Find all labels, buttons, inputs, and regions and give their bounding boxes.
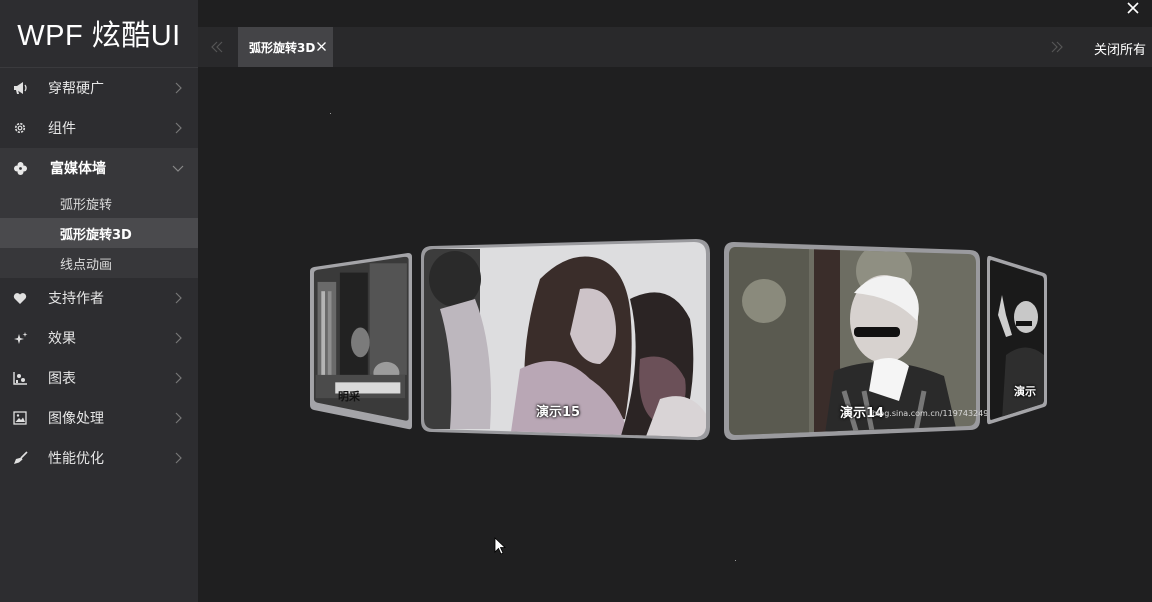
sidebar-item-effects[interactable]: 效果 — [0, 318, 198, 358]
sidebar-subitem-arc-rotate[interactable]: 弧形旋转 — [0, 188, 198, 218]
tab-label: 弧形旋转3D — [249, 40, 316, 55]
tab-arc-rotate-3d[interactable]: 弧形旋转3D — [238, 27, 333, 67]
card-overlay-text: 明采 — [338, 390, 360, 403]
sidebar-item-label: 支持作者 — [48, 291, 104, 307]
sparkle-icon — [12, 330, 28, 346]
sidebar-item-label: 性能优化 — [48, 451, 104, 467]
clover-icon — [12, 160, 28, 176]
chevron-right-icon — [175, 82, 182, 94]
carousel-card[interactable]: 演示15 — [420, 239, 712, 441]
sidebar-subitem-label: 线点动画 — [60, 257, 113, 273]
sidebar-item-label: 组件 — [48, 121, 76, 137]
sidebar-subitem-arc-rotate-3d[interactable]: 弧形旋转3D — [0, 218, 198, 248]
chevron-right-icon — [175, 452, 182, 464]
tab-bar: 弧形旋转3D 关闭所有 — [198, 27, 1152, 67]
sidebar-subitem-label: 弧形旋转 — [60, 197, 113, 213]
mouse-cursor-icon — [494, 537, 506, 555]
carousel-card[interactable]: 演示 — [986, 255, 1048, 427]
card-watermark: blog.sina.com.cn/1197432495 — [872, 409, 994, 418]
card-caption: 演示15 — [536, 405, 581, 420]
sidebar-item-label: 图表 — [48, 371, 76, 387]
carousel-card[interactable]: 演示14 blog.sina.com.cn/1197432495 — [724, 241, 993, 441]
sidebar-item-label: 穿帮硬广 — [48, 81, 104, 97]
window-close-icon[interactable] — [1125, 0, 1141, 16]
carousel-card-image — [310, 253, 412, 430]
chevron-down-icon — [172, 165, 184, 172]
sidebar-item-label: 富媒体墙 — [50, 161, 106, 177]
gear-icon — [12, 120, 28, 136]
sidebar-item-components[interactable]: 组件 — [0, 108, 198, 148]
chevron-right-icon — [175, 122, 182, 134]
heart-icon — [12, 290, 28, 306]
chevron-right-icon — [175, 332, 182, 344]
image-icon — [12, 410, 28, 426]
carousel-card-image — [987, 255, 1047, 425]
decorative-dot — [735, 560, 736, 561]
megaphone-icon — [12, 80, 28, 96]
decorative-dot — [330, 113, 331, 114]
sidebar-item-ads[interactable]: 穿帮硬广 — [0, 68, 198, 108]
sidebar-item-label: 图像处理 — [48, 411, 104, 427]
sidebar-item-performance[interactable]: 性能优化 — [0, 438, 198, 478]
tab-close-icon[interactable] — [316, 41, 327, 52]
sidebar-nav: 穿帮硬广 组件 富媒体墙 弧形旋转 弧形旋转3D 线点动画 支持作者 效果 图表… — [0, 68, 198, 478]
sidebar-subitem-line-dot-animation[interactable]: 线点动画 — [0, 248, 198, 278]
broom-icon — [12, 450, 28, 466]
carousel-3d: 明采 演示15 演示14 blog.sina.com.cn/1197432495… — [198, 67, 1152, 602]
chevron-right-icon — [175, 372, 182, 384]
card-overlay-text: 演示 — [1014, 385, 1036, 398]
chart-icon — [12, 370, 28, 386]
app-title: WPF 炫酷UI — [17, 20, 181, 52]
sidebar-item-support-author[interactable]: 支持作者 — [0, 278, 198, 318]
chevron-right-icon — [175, 412, 182, 424]
sidebar-item-image-processing[interactable]: 图像处理 — [0, 398, 198, 438]
chevron-right-icon — [175, 292, 182, 304]
sidebar-item-label: 效果 — [48, 331, 76, 347]
sidebar-item-media-wall[interactable]: 富媒体墙 — [0, 148, 198, 188]
sidebar-item-charts[interactable]: 图表 — [0, 358, 198, 398]
close-all-tabs-button[interactable]: 关闭所有 — [1094, 39, 1146, 58]
double-chevron-right-icon[interactable] — [1048, 39, 1066, 55]
carousel-card[interactable]: 明采 — [308, 250, 414, 432]
sidebar: WPF 炫酷UI 穿帮硬广 组件 富媒体墙 弧形旋转 弧形旋转3D 线点动画 支… — [0, 0, 198, 602]
sidebar-subitem-label: 弧形旋转3D — [60, 227, 132, 243]
double-chevron-left-icon[interactable] — [208, 39, 226, 55]
